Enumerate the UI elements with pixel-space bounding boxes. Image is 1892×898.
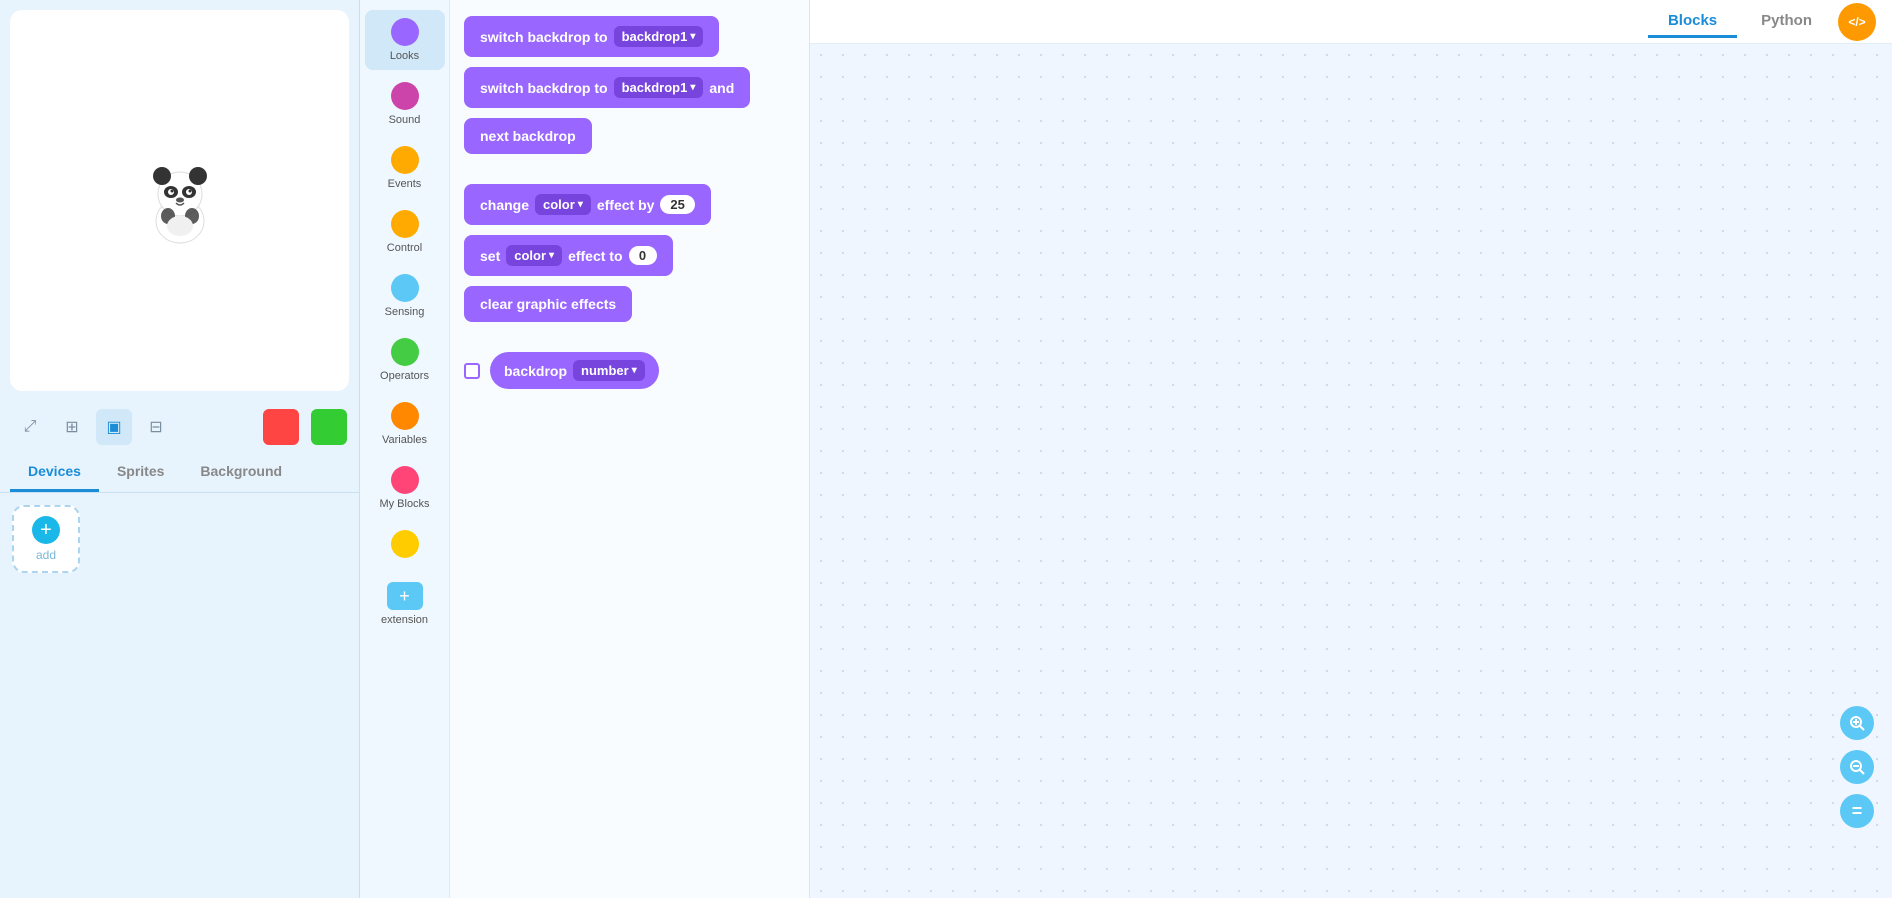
sound-label: Sound — [389, 114, 421, 126]
sidebar-item-control[interactable]: Control — [365, 202, 445, 262]
sidebar-item-looks[interactable]: Looks — [365, 10, 445, 70]
block-backdrop-reporter-container: backdrop number ▾ — [464, 352, 795, 389]
sidebar-item-myblocks[interactable]: My Blocks — [365, 458, 445, 518]
sidebar-item-sensing[interactable]: Sensing — [365, 266, 445, 326]
extension-label: extension — [381, 614, 428, 626]
operators-dot — [391, 338, 419, 366]
extension-icon: + — [387, 582, 423, 610]
panel-tabs: Devices Sprites Background — [0, 453, 359, 493]
python-tab-button[interactable]: Python — [1741, 6, 1832, 38]
block-text-set: set — [480, 248, 500, 264]
zoom-in-button[interactable] — [1840, 706, 1874, 740]
single-view-btn[interactable]: ▣ — [96, 409, 132, 445]
block-set-color-effect[interactable]: set color ▾ effect to 0 — [464, 235, 673, 276]
left-panel: ⤢ ⊞ ▣ ⊟ Devices Sprites Background + add — [0, 0, 360, 898]
sidebar-item-events[interactable]: Events — [365, 138, 445, 198]
add-device-button[interactable]: + add — [12, 505, 80, 573]
sprite-preview — [10, 10, 349, 391]
variables-label: Variables — [382, 434, 427, 446]
sidebar-item-operators[interactable]: Operators — [365, 330, 445, 390]
backdrop-dropdown-2[interactable]: backdrop1 ▾ — [614, 77, 704, 98]
operators-label: Operators — [380, 370, 429, 382]
main-area: Blocks Python </> = — [810, 0, 1892, 898]
block-change-color-effect[interactable]: change color ▾ effect by 25 — [464, 184, 711, 225]
blocks-tab-button[interactable]: Blocks — [1648, 6, 1737, 38]
tab-background[interactable]: Background — [182, 453, 300, 492]
plus-icon: + — [32, 516, 60, 544]
code-fab-container: </> — [1838, 0, 1876, 44]
variables-dot — [391, 402, 419, 430]
control-label: Control — [387, 242, 422, 254]
backdrop-reporter-checkbox[interactable] — [464, 363, 480, 379]
block-text: next backdrop — [480, 128, 576, 144]
color-dropdown-1[interactable]: color ▾ — [535, 194, 591, 215]
sensing-label: Sensing — [385, 306, 425, 318]
events-label: Events — [388, 178, 422, 190]
split-view-btn[interactable]: ⊞ — [54, 409, 90, 445]
block-text-effect-by: effect by — [597, 197, 655, 213]
blocks-panel: switch backdrop to backdrop1 ▾ switch ba… — [450, 0, 810, 898]
block-text-backdrop: backdrop — [504, 363, 567, 379]
devices-content: + add — [0, 493, 359, 898]
sidebar-item-extension[interactable]: + extension — [365, 574, 445, 634]
extra-dot — [391, 530, 419, 558]
sidebar-item-sound[interactable]: Sound — [365, 74, 445, 134]
block-next-backdrop[interactable]: next backdrop — [464, 118, 592, 154]
myblocks-label: My Blocks — [379, 498, 429, 510]
backdrop-property-dropdown[interactable]: number ▾ — [573, 360, 645, 381]
block-backdrop-number[interactable]: backdrop number ▾ — [490, 352, 659, 389]
view-controls: ⤢ ⊞ ▣ ⊟ — [0, 401, 359, 453]
main-canvas[interactable]: = — [810, 44, 1892, 898]
myblocks-dot — [391, 466, 419, 494]
looks-label: Looks — [390, 50, 419, 62]
block-text-effect-to: effect to — [568, 248, 622, 264]
add-label: add — [36, 548, 56, 562]
effect-amount-input[interactable]: 25 — [660, 195, 694, 214]
events-dot — [391, 146, 419, 174]
block-clear-graphic-effects[interactable]: clear graphic effects — [464, 286, 632, 322]
canvas-action-buttons: = — [1840, 706, 1874, 828]
zoom-out-button[interactable] — [1840, 750, 1874, 784]
top-bar: Blocks Python — [810, 0, 1892, 44]
color-dropdown-2[interactable]: color ▾ — [506, 245, 562, 266]
control-dot — [391, 210, 419, 238]
code-fab-button[interactable]: </> — [1838, 3, 1876, 41]
block-switch-backdrop-wait[interactable]: switch backdrop to backdrop1 ▾ and — [464, 67, 750, 108]
grid-view-btn[interactable]: ⊟ — [138, 409, 174, 445]
panda-sprite — [140, 156, 220, 246]
category-sidebar: Looks Sound Events Control Sensing Opera… — [360, 0, 450, 898]
block-text-clear: clear graphic effects — [480, 296, 616, 312]
reset-zoom-button[interactable]: = — [1840, 794, 1874, 828]
expand-view-btn[interactable]: ⤢ — [12, 409, 48, 445]
sensing-dot — [391, 274, 419, 302]
tab-sprites[interactable]: Sprites — [99, 453, 182, 492]
sound-dot — [391, 82, 419, 110]
effect-value-input[interactable]: 0 — [629, 246, 657, 265]
block-text-and: and — [709, 80, 734, 96]
backdrop-dropdown-1[interactable]: backdrop1 ▾ — [614, 26, 704, 47]
block-switch-backdrop-1[interactable]: switch backdrop to backdrop1 ▾ — [464, 16, 719, 57]
play-button[interactable] — [311, 409, 347, 445]
tab-devices[interactable]: Devices — [10, 453, 99, 492]
sidebar-item-extra[interactable] — [365, 522, 445, 570]
sidebar-item-variables[interactable]: Variables — [365, 394, 445, 454]
block-text-change: change — [480, 197, 529, 213]
looks-dot — [391, 18, 419, 46]
block-text: switch backdrop to — [480, 80, 608, 96]
stop-button[interactable] — [263, 409, 299, 445]
block-text: switch backdrop to — [480, 29, 608, 45]
